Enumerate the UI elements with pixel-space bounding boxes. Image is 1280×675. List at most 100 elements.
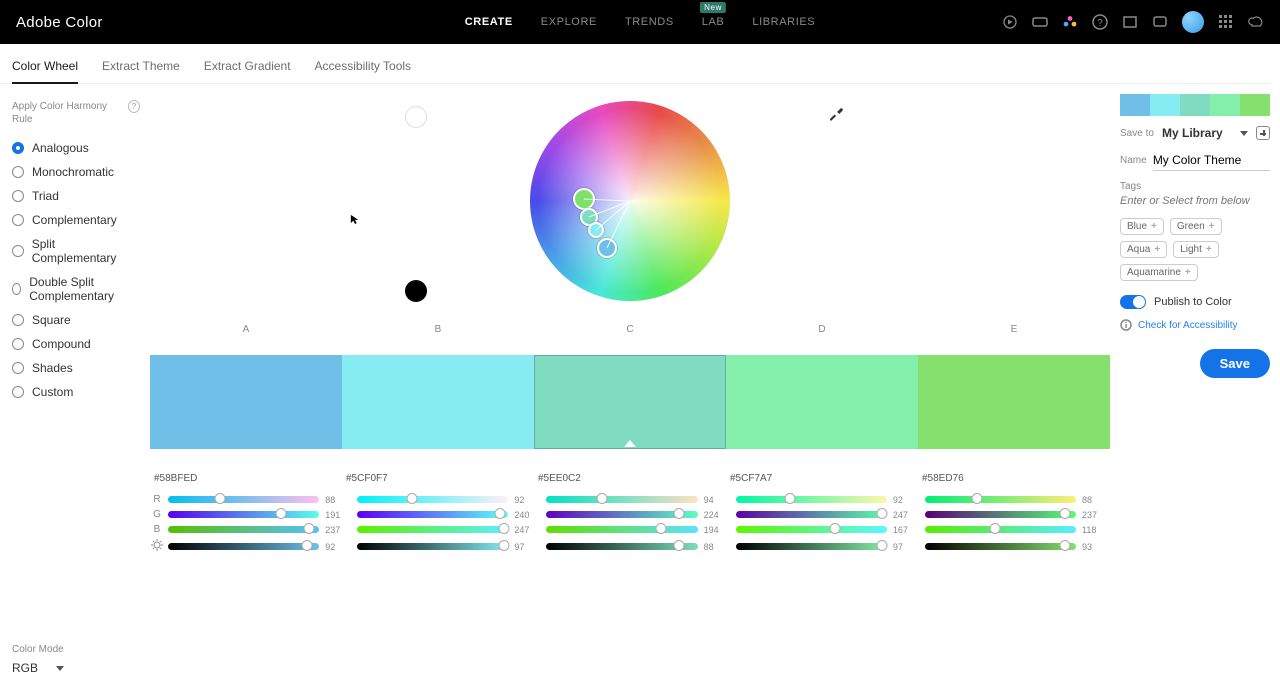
swatch[interactable]	[918, 355, 1110, 449]
tab-extract-theme[interactable]: Extract Theme	[102, 59, 180, 83]
slider-track[interactable]	[168, 511, 319, 518]
slider-value[interactable]: 92	[508, 495, 532, 505]
slider-value[interactable]: 97	[508, 542, 532, 552]
slider-value[interactable]: 92	[319, 542, 343, 552]
behance-icon[interactable]	[1032, 14, 1048, 30]
tab-color-wheel[interactable]: Color Wheel	[12, 59, 78, 83]
slider-track[interactable]	[357, 496, 508, 503]
slider-value[interactable]: 97	[887, 542, 911, 552]
tag-chip[interactable]: Aqua+	[1120, 241, 1167, 258]
slider-value[interactable]: 167	[887, 525, 911, 535]
slider-thumb[interactable]	[276, 508, 287, 519]
slider-thumb[interactable]	[785, 493, 796, 504]
slider-value[interactable]: 224	[698, 510, 722, 520]
slider-thumb[interactable]	[303, 523, 314, 534]
slider-value[interactable]: 237	[319, 525, 343, 535]
feedback-icon[interactable]	[1152, 14, 1168, 30]
hex-value[interactable]: #58BFED	[150, 465, 342, 490]
swatch[interactable]	[534, 355, 726, 449]
tags-input[interactable]	[1120, 192, 1270, 210]
publish-toggle[interactable]	[1120, 295, 1146, 309]
swatch[interactable]	[150, 355, 342, 449]
tag-chip[interactable]: Aquamarine+	[1120, 264, 1198, 281]
cc-icon[interactable]	[1248, 14, 1264, 30]
slider-thumb[interactable]	[1060, 508, 1071, 519]
slider-thumb[interactable]	[302, 540, 313, 551]
slider-value[interactable]: 88	[319, 495, 343, 505]
slider-thumb[interactable]	[877, 540, 888, 551]
slider-track[interactable]	[168, 526, 319, 533]
tag-chip[interactable]: Green+	[1170, 218, 1222, 235]
color-mode-select[interactable]: RGB	[12, 661, 140, 675]
slider-value[interactable]: 240	[508, 510, 532, 520]
slider-track[interactable]	[546, 526, 697, 533]
rule-complementary[interactable]: Complementary	[12, 208, 140, 232]
slider-thumb[interactable]	[406, 493, 417, 504]
slider-value[interactable]: 92	[887, 495, 911, 505]
slider-thumb[interactable]	[829, 523, 840, 534]
tag-chip[interactable]: Light+	[1173, 241, 1219, 258]
nav-explore[interactable]: EXPLORE	[541, 16, 597, 28]
library-select[interactable]: My Library	[1162, 126, 1248, 140]
slider-track[interactable]	[546, 511, 697, 518]
slider-value[interactable]: 88	[1076, 495, 1100, 505]
announce-icon[interactable]	[1002, 14, 1018, 30]
slider-track[interactable]	[925, 543, 1076, 550]
rule-shades[interactable]: Shades	[12, 356, 140, 380]
slider-thumb[interactable]	[989, 523, 1000, 534]
help-icon[interactable]: ?	[1092, 14, 1108, 30]
slider-thumb[interactable]	[215, 493, 226, 504]
slider-track[interactable]	[357, 511, 508, 518]
slider-value[interactable]: 194	[698, 525, 722, 535]
slider-thumb[interactable]	[597, 493, 608, 504]
tab-accessibility-tools[interactable]: Accessibility Tools	[315, 59, 411, 83]
slider-track[interactable]	[925, 511, 1076, 518]
slider-thumb[interactable]	[494, 508, 505, 519]
slider-value[interactable]: 247	[508, 525, 532, 535]
slider-value[interactable]: 247	[887, 510, 911, 520]
rule-square[interactable]: Square	[12, 308, 140, 332]
rule-analogous[interactable]: Analogous	[12, 136, 140, 160]
slider-thumb[interactable]	[674, 508, 685, 519]
slider-track[interactable]	[736, 511, 887, 518]
color-wheel[interactable]	[525, 96, 735, 306]
slider-thumb[interactable]	[498, 523, 509, 534]
nav-libraries[interactable]: LIBRARIES	[752, 16, 815, 28]
slider-value[interactable]: 88	[698, 542, 722, 552]
swatch[interactable]	[342, 355, 534, 449]
swatch[interactable]	[726, 355, 918, 449]
avatar[interactable]	[1182, 11, 1204, 33]
rule-monochromatic[interactable]: Monochromatic	[12, 160, 140, 184]
slider-thumb[interactable]	[498, 540, 509, 551]
learn-icon[interactable]	[1122, 14, 1138, 30]
hex-value[interactable]: #5EE0C2	[534, 465, 726, 490]
hex-value[interactable]: #58ED76	[918, 465, 1110, 490]
slider-track[interactable]	[925, 496, 1076, 503]
hex-value[interactable]: #5CF0F7	[342, 465, 534, 490]
black-swatch[interactable]	[405, 280, 427, 302]
slider-value[interactable]: 191	[319, 510, 343, 520]
apps-icon[interactable]	[1218, 14, 1234, 30]
nav-lab[interactable]: LABNew	[702, 16, 725, 28]
rule-custom[interactable]: Custom	[12, 380, 140, 404]
add-library-button[interactable]	[1256, 126, 1270, 140]
slider-thumb[interactable]	[1060, 540, 1071, 551]
rule-split-complementary[interactable]: Split Complementary	[12, 232, 140, 270]
nav-trends[interactable]: TRENDS	[625, 16, 674, 28]
eyedropper-icon[interactable]	[827, 104, 845, 125]
slider-thumb[interactable]	[656, 523, 667, 534]
slider-thumb[interactable]	[674, 540, 685, 551]
help-tooltip-icon[interactable]: ?	[128, 100, 140, 113]
slider-track[interactable]	[736, 543, 887, 550]
slider-value[interactable]: 118	[1076, 525, 1100, 535]
color-logo-icon[interactable]	[1062, 14, 1078, 30]
check-accessibility-link[interactable]: Check for Accessibility	[1120, 319, 1270, 331]
nav-create[interactable]: CREATE	[465, 16, 513, 28]
slider-track[interactable]	[357, 526, 508, 533]
rule-triad[interactable]: Triad	[12, 184, 140, 208]
slider-thumb[interactable]	[877, 508, 888, 519]
slider-value[interactable]: 94	[698, 495, 722, 505]
slider-value[interactable]: 237	[1076, 510, 1100, 520]
tab-extract-gradient[interactable]: Extract Gradient	[204, 59, 291, 83]
slider-track[interactable]	[168, 543, 319, 550]
